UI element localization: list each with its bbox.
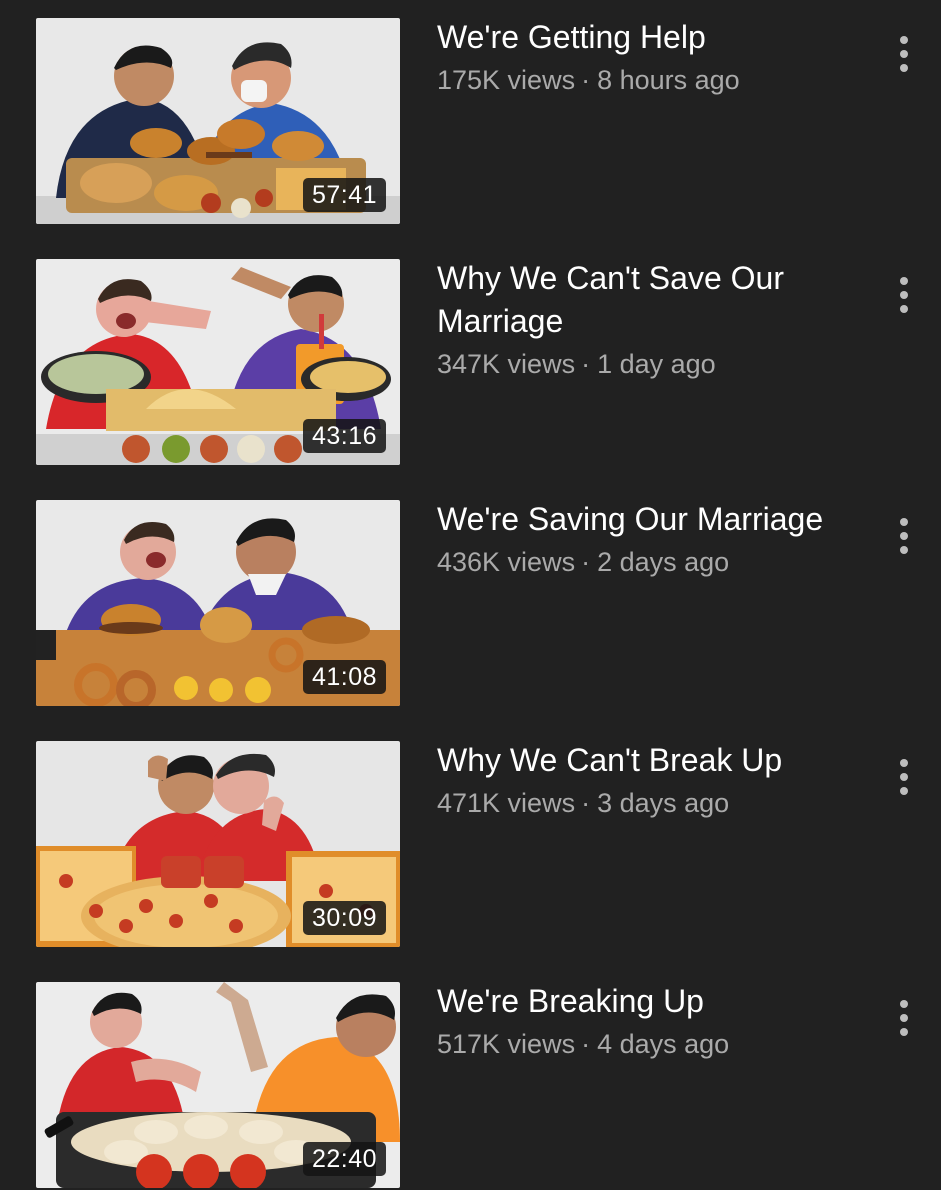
- view-count: 175K views: [437, 65, 576, 95]
- video-duration: 30:09: [302, 901, 386, 935]
- video-meta: Why We Can't Break Up 471K views · 3 days …: [437, 741, 877, 824]
- video-thumbnail[interactable]: 57:41: [36, 18, 400, 224]
- upload-age: 8 hours ago: [597, 65, 740, 95]
- more-dot: [900, 546, 908, 554]
- view-count: 517K views: [437, 1029, 576, 1059]
- more-dot: [900, 277, 908, 285]
- video-thumbnail[interactable]: 43:16: [36, 259, 400, 465]
- view-count: 436K views: [437, 547, 576, 577]
- video-list: 57:41 We're Getting Help 175K views · 8 ho…: [0, 0, 941, 1190]
- separator: ·: [581, 349, 591, 379]
- more-dot: [900, 787, 908, 795]
- more-dot: [900, 518, 908, 526]
- video-duration: 57:41: [302, 178, 386, 212]
- more-dot: [900, 1000, 908, 1008]
- video-title[interactable]: We're Getting Help: [437, 16, 877, 59]
- separator: ·: [581, 1029, 591, 1059]
- video-title[interactable]: Why We Can't Save Our Marriage: [437, 257, 877, 343]
- video-item[interactable]: 41:08 We're Saving Our Marriage 436K vie…: [0, 500, 941, 706]
- separator: ·: [581, 547, 591, 577]
- video-item[interactable]: 30:09 Why We Can't Break Up 471K views · 3…: [0, 741, 941, 947]
- more-dot: [900, 36, 908, 44]
- view-count: 471K views: [437, 788, 576, 818]
- video-thumbnail[interactable]: 22:40: [36, 982, 400, 1188]
- more-vert-icon[interactable]: [890, 514, 918, 558]
- upload-age: 1 day ago: [597, 349, 716, 379]
- more-dot: [900, 1014, 908, 1022]
- video-duration: 22:40: [302, 1142, 386, 1176]
- video-duration: 43:16: [302, 419, 386, 453]
- upload-age: 4 days ago: [597, 1029, 730, 1059]
- video-item[interactable]: 43:16 Why We Can't Save Our Marriage 347…: [0, 259, 941, 465]
- view-count: 347K views: [437, 349, 576, 379]
- video-stats: 347K views · 1 day ago: [437, 343, 877, 385]
- video-meta: We're Getting Help 175K views · 8 hours ag…: [437, 18, 877, 101]
- upload-age: 2 days ago: [597, 547, 730, 577]
- more-dot: [900, 305, 908, 313]
- video-title[interactable]: Why We Can't Break Up: [437, 739, 877, 782]
- more-dot: [900, 291, 908, 299]
- video-meta: We're Saving Our Marriage 436K views · 2 d…: [437, 500, 877, 583]
- more-dot: [900, 64, 908, 72]
- video-stats: 517K views · 4 days ago: [437, 1023, 877, 1065]
- video-title[interactable]: We're Saving Our Marriage: [437, 498, 877, 541]
- separator: ·: [581, 65, 591, 95]
- video-stats: 471K views · 3 days ago: [437, 782, 877, 824]
- more-dot: [900, 773, 908, 781]
- more-vert-icon[interactable]: [890, 755, 918, 799]
- more-dot: [900, 50, 908, 58]
- video-item[interactable]: 22:40 We're Breaking Up 517K views · 4 day…: [0, 982, 941, 1188]
- video-thumbnail[interactable]: 30:09: [36, 741, 400, 947]
- video-meta: Why We Can't Save Our Marriage 347K view…: [437, 259, 877, 385]
- separator: ·: [581, 788, 591, 818]
- video-thumbnail[interactable]: 41:08: [36, 500, 400, 706]
- video-meta: We're Breaking Up 517K views · 4 days ago: [437, 982, 877, 1065]
- video-stats: 436K views · 2 days ago: [437, 541, 877, 583]
- more-vert-icon[interactable]: [890, 273, 918, 317]
- more-vert-icon[interactable]: [890, 32, 918, 76]
- more-dot: [900, 1028, 908, 1036]
- video-duration: 41:08: [302, 660, 386, 694]
- video-stats: 175K views · 8 hours ago: [437, 59, 877, 101]
- video-title[interactable]: We're Breaking Up: [437, 980, 877, 1023]
- video-item[interactable]: 57:41 We're Getting Help 175K views · 8 ho…: [0, 18, 941, 224]
- more-dot: [900, 532, 908, 540]
- more-dot: [900, 759, 908, 767]
- upload-age: 3 days ago: [597, 788, 730, 818]
- more-vert-icon[interactable]: [890, 996, 918, 1040]
